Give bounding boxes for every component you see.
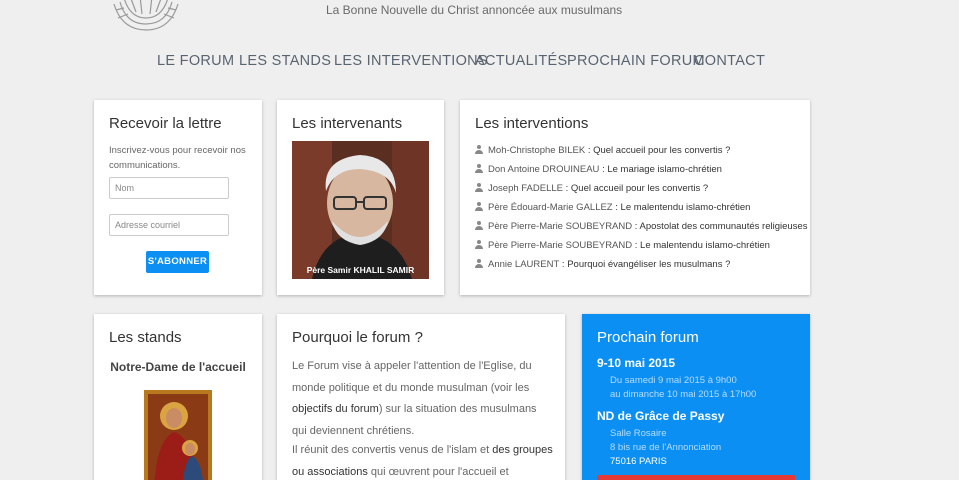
list-item[interactable]: Père Pierre-Marie SOUBEYRAND : Apostolat…	[475, 220, 807, 239]
newsletter-card: Recevoir la lettre Inscrivez-vous pour r…	[94, 100, 262, 295]
newsletter-intro: Inscrivez-vous pour recevoir nos communi…	[109, 145, 246, 171]
speakers-card: Les intervenants Père Samir KHALIL SAMIR	[277, 100, 444, 295]
user-icon	[475, 145, 483, 154]
speaker-portrait-image	[292, 141, 429, 279]
user-icon	[475, 183, 483, 192]
interventions-card: Les interventions Moh-Christophe BILEK :…	[460, 100, 810, 295]
nav-prochain-forum[interactable]: PROCHAIN FORUM	[567, 53, 705, 69]
interventions-list: Moh-Christophe BILEK : Quel accueil pour…	[475, 144, 807, 277]
newsletter-title: Recevoir la lettre	[109, 115, 222, 132]
list-item[interactable]: Don Antoine DROUINEAU : Le mariage islam…	[475, 163, 807, 182]
next-forum-card: Prochain forum 9-10 mai 2015 Du samedi 9…	[582, 314, 810, 480]
nav-les-interventions[interactable]: LES INTERVENTIONS	[334, 53, 488, 69]
nav-le-forum[interactable]: LE FORUM	[157, 53, 234, 69]
next-forum-dates: 9-10 mai 2015	[597, 356, 676, 370]
stand-name[interactable]: Notre-Dame de l'accueil	[94, 360, 262, 374]
nav-les-stands[interactable]: LES STANDS	[239, 53, 331, 69]
user-icon	[475, 240, 483, 249]
stands-title: Les stands	[109, 329, 182, 346]
subscribe-button[interactable]: S'ABONNER	[146, 251, 209, 273]
site-tagline: La Bonne Nouvelle du Christ annoncée aux…	[326, 3, 623, 17]
icon-image[interactable]	[144, 390, 212, 480]
user-icon	[475, 202, 483, 211]
nav-contact[interactable]: CONTACT	[694, 53, 765, 69]
main-nav: LE FORUM LES STANDS LES INTERVENTIONS AC…	[0, 53, 959, 73]
next-forum-schedule: Du samedi 9 mai 2015 à 9h00 au dimanche …	[610, 375, 757, 400]
list-item[interactable]: Moh-Christophe BILEK : Quel accueil pour…	[475, 144, 807, 163]
register-button[interactable]	[597, 475, 795, 480]
user-icon	[475, 221, 483, 230]
speakers-title: Les intervenants	[292, 115, 403, 132]
name-input[interactable]: Nom	[109, 177, 229, 199]
next-forum-venue: ND de Grâce de Passy	[597, 409, 725, 423]
user-icon	[475, 164, 483, 173]
speaker-caption: Père Samir KHALIL SAMIR	[306, 265, 415, 275]
nav-actualites[interactable]: ACTUALITÉS	[475, 53, 567, 69]
site-logo[interactable]	[110, 0, 182, 32]
next-forum-title: Prochain forum	[597, 329, 699, 346]
why-forum-paragraph-2: Il réunit des convertis venus de l'islam…	[292, 444, 553, 478]
next-forum-address: Salle Rosaire 8 bis rue de l'Annonciatio…	[610, 428, 722, 467]
list-item[interactable]: Père Pierre-Marie SOUBEYRAND : Le malent…	[475, 239, 807, 258]
speaker-photo[interactable]: Père Samir KHALIL SAMIR	[292, 141, 429, 279]
stands-card: Les stands Notre-Dame de l'accueil	[94, 314, 262, 480]
why-forum-card: Pourquoi le forum ? Le Forum vise à appe…	[277, 314, 565, 480]
interventions-title: Les interventions	[475, 115, 589, 132]
email-input[interactable]: Adresse courriel	[109, 214, 229, 236]
objectives-link[interactable]: objectifs du forum	[292, 403, 379, 415]
why-forum-paragraph-1: Le Forum vise à appeler l'attention de l…	[292, 360, 537, 437]
list-item[interactable]: Annie LAURENT : Pourquoi évangéliser les…	[475, 258, 807, 277]
list-item[interactable]: Joseph FADELLE : Quel accueil pour les c…	[475, 182, 807, 201]
list-item[interactable]: Père Édouard-Marie GALLEZ : Le malentend…	[475, 201, 807, 220]
why-forum-title: Pourquoi le forum ?	[292, 329, 423, 346]
user-icon	[475, 259, 483, 268]
